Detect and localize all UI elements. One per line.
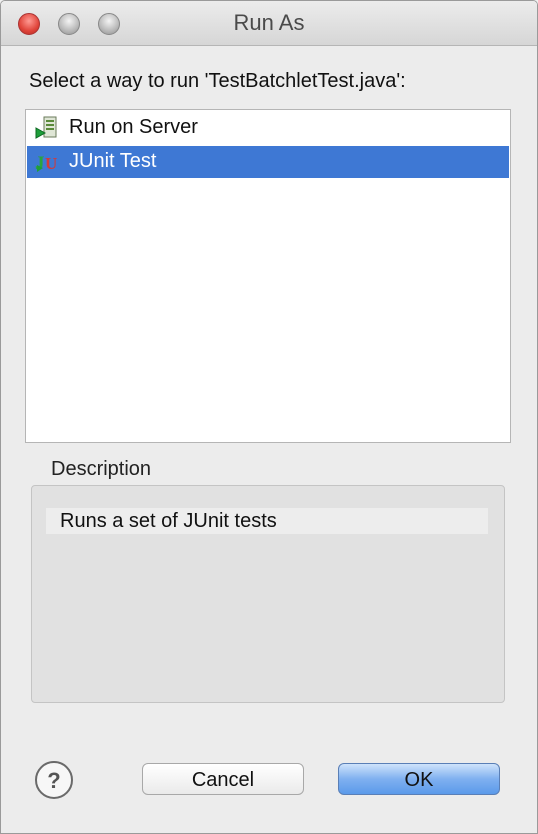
title-bar: Run As <box>1 1 537 46</box>
run-as-dialog: Run As Select a way to run 'TestBatchlet… <box>0 0 538 834</box>
prompt-label: Select a way to run 'TestBatchletTest.ja… <box>29 70 406 92</box>
svg-text:?: ? <box>47 768 60 793</box>
description-panel: Runs a set of JUnit tests <box>31 485 505 703</box>
junit-icon: J U <box>35 150 61 174</box>
cancel-button[interactable]: Cancel <box>142 763 304 795</box>
svg-text:U: U <box>45 154 57 173</box>
list-item-junit-test[interactable]: J U JUnit Test <box>27 146 509 178</box>
launch-shortcut-list[interactable]: Run on Server J U JUnit Test <box>25 109 511 443</box>
run-on-server-icon <box>35 116 61 140</box>
svg-text:J: J <box>35 153 45 174</box>
list-item-label: JUnit Test <box>69 150 157 172</box>
help-icon[interactable]: ? <box>34 760 74 800</box>
description-text: Runs a set of JUnit tests <box>46 508 488 534</box>
ok-button[interactable]: OK <box>338 763 500 795</box>
description-heading: Description <box>51 458 152 480</box>
list-item-label: Run on Server <box>69 116 198 138</box>
window-title: Run As <box>233 10 305 35</box>
list-item-run-on-server[interactable]: Run on Server <box>27 112 509 144</box>
